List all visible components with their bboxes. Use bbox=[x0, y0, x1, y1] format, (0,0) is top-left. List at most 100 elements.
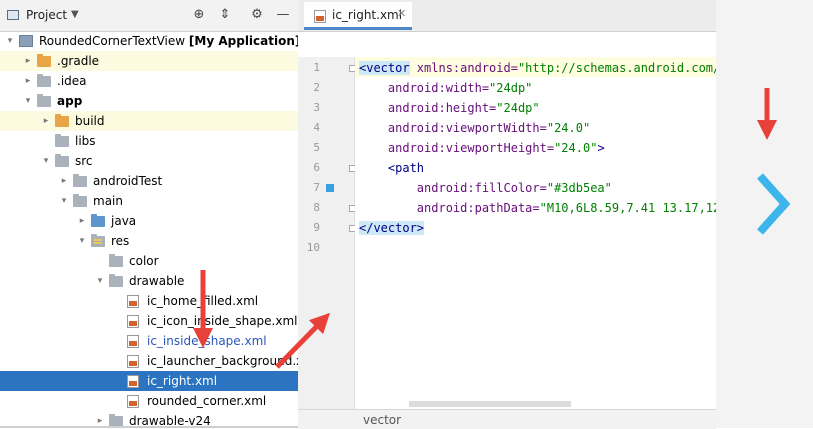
code-line: android:width="24dp" bbox=[359, 78, 533, 98]
line-number: 6 bbox=[313, 161, 320, 174]
preview-panel bbox=[716, 0, 813, 428]
chevron-down-icon[interactable]: ▼ bbox=[71, 9, 79, 20]
tree-item-name: ic_inside_shape.xml bbox=[147, 334, 267, 348]
tree-folder-item[interactable]: ▾ RoundedCornerTextView [My Application] … bbox=[0, 31, 298, 51]
expanded-arrow-icon[interactable]: ▾ bbox=[76, 231, 88, 251]
line-number: 9 bbox=[313, 221, 320, 234]
tree-item-label: src bbox=[75, 151, 93, 171]
tree-folder-item[interactable]: color bbox=[0, 251, 298, 271]
code-line: android:fillColor="#3db5ea" bbox=[359, 178, 612, 198]
tree-folder-item[interactable]: ▸ java bbox=[0, 211, 298, 231]
tree-item-name: androidTest bbox=[93, 174, 163, 188]
line-number: 1 bbox=[313, 61, 320, 74]
hide-panel-icon[interactable]: — bbox=[274, 6, 292, 24]
color-swatch-icon[interactable] bbox=[326, 184, 334, 192]
folder-icon bbox=[37, 94, 51, 107]
code-area[interactable]: <vector xmlns:android="http://schemas.an… bbox=[355, 57, 716, 409]
tree-folder-item[interactable]: ▸ .gradle bbox=[0, 51, 298, 71]
tree-item-label: ic_right.xml bbox=[147, 371, 217, 391]
tree-folder-item[interactable]: ▾ drawable bbox=[0, 271, 298, 291]
tree-item-label: app bbox=[57, 91, 82, 111]
tree-item-name: ic_launcher_background.xml bbox=[147, 354, 298, 368]
collapsed-arrow-icon[interactable]: ▸ bbox=[22, 71, 34, 91]
gear-icon[interactable]: ⚙ bbox=[248, 6, 266, 24]
tree-item-name: .idea bbox=[57, 74, 87, 88]
code-line: android:height="24dp" bbox=[359, 98, 540, 118]
tree-item-label: androidTest bbox=[93, 171, 162, 191]
project-panel: Project ▼ ⊕ ⇕ ⚙ — ▾ RoundedCornerTextView… bbox=[0, 0, 299, 428]
tree-file-item[interactable]: ic_right.xml bbox=[0, 371, 298, 391]
editor: ic_right.xml ✕ 1 2 3 4 5 6 7 8 9 10 <vector xmlns… bbox=[298, 0, 716, 429]
expanded-arrow-icon[interactable]: ▾ bbox=[4, 31, 16, 51]
folder-icon bbox=[55, 154, 69, 167]
code-token: android:viewportWidth= bbox=[359, 121, 547, 135]
tree-item-name: app bbox=[57, 94, 83, 108]
tree-file-item[interactable]: ic_launcher_background.xml bbox=[0, 351, 298, 371]
tree-item-label: ic_home_filled.xml bbox=[147, 291, 258, 311]
xml-file-icon bbox=[127, 335, 139, 348]
tree-folder-item[interactable]: ▾ res bbox=[0, 231, 298, 251]
breadcrumb[interactable]: vector bbox=[363, 413, 401, 427]
code-token: "http://schemas.android.com/a bbox=[517, 61, 716, 75]
tree-file-item[interactable]: ic_inside_shape.xml bbox=[0, 331, 298, 351]
tree-folder-item[interactable]: ▾ main bbox=[0, 191, 298, 211]
tab-ic-right-xml[interactable]: ic_right.xml ✕ bbox=[304, 2, 412, 30]
code-token: android:width= bbox=[359, 81, 490, 95]
tree-item-name: main bbox=[93, 194, 123, 208]
tree-item-label: build bbox=[75, 111, 105, 131]
code-token: "24dp" bbox=[496, 101, 540, 115]
code-token: "24.0" bbox=[546, 121, 591, 135]
collapsed-arrow-icon[interactable]: ▸ bbox=[22, 51, 34, 71]
tree-folder-item[interactable]: ▸ .idea bbox=[0, 71, 298, 91]
line-number: 4 bbox=[313, 121, 320, 134]
code-token: <vector bbox=[359, 61, 410, 75]
code-token: android:height= bbox=[359, 101, 497, 115]
code-token: </vector> bbox=[359, 221, 425, 235]
editor-horizontal-scrollbar[interactable] bbox=[409, 401, 571, 407]
tree-folder-item[interactable]: ▸ build bbox=[0, 111, 298, 131]
expanded-arrow-icon[interactable]: ▾ bbox=[58, 191, 70, 211]
collapsed-arrow-icon[interactable]: ▸ bbox=[76, 211, 88, 231]
code-line: <path bbox=[359, 158, 424, 178]
tree-item-name: rounded_corner.xml bbox=[147, 394, 267, 408]
xml-file-icon bbox=[127, 315, 139, 328]
tree-item-label: libs bbox=[75, 131, 96, 151]
xml-file-icon bbox=[127, 295, 139, 308]
expanded-arrow-icon[interactable]: ▾ bbox=[22, 91, 34, 111]
folder-icon bbox=[73, 174, 87, 187]
tree-folder-item[interactable]: libs bbox=[0, 131, 298, 151]
tree-file-item[interactable]: rounded_corner.xml bbox=[0, 391, 298, 411]
tree-folder-item[interactable]: ▾ src bbox=[0, 151, 298, 171]
tree-item-name: ic_right.xml bbox=[147, 374, 218, 388]
folder-icon bbox=[109, 274, 123, 287]
collapsed-arrow-icon[interactable]: ▸ bbox=[40, 111, 52, 131]
collapsed-arrow-icon[interactable]: ▸ bbox=[58, 171, 70, 191]
line-number-gutter: 1 2 3 4 5 6 7 8 9 10 bbox=[298, 57, 356, 409]
expanded-arrow-icon[interactable]: ▾ bbox=[40, 151, 52, 171]
expanded-arrow-icon[interactable]: ▾ bbox=[94, 271, 106, 291]
line-number: 2 bbox=[313, 81, 320, 94]
tree-folder-item[interactable]: ▸ androidTest bbox=[0, 171, 298, 191]
editor-tab-bar: ic_right.xml ✕ bbox=[298, 0, 716, 32]
line-number: 8 bbox=[313, 201, 320, 214]
project-view-selector[interactable]: Project bbox=[26, 8, 67, 22]
code-token: <path bbox=[359, 161, 425, 175]
collapse-all-icon[interactable]: ⇕ bbox=[216, 6, 234, 24]
tree-item-name: res bbox=[111, 234, 130, 248]
close-icon[interactable]: ✕ bbox=[397, 7, 406, 20]
tree-item-label: main bbox=[93, 191, 123, 211]
tree-file-item[interactable]: ic_icon_inside_shape.xml bbox=[0, 311, 298, 331]
project-tree: ▾ RoundedCornerTextView [My Application] … bbox=[0, 31, 298, 428]
tree-file-item[interactable]: ic_home_filled.xml bbox=[0, 291, 298, 311]
locate-file-icon[interactable]: ⊕ bbox=[190, 6, 208, 24]
tree-folder-item[interactable]: ▾ app bbox=[0, 91, 298, 111]
code-token: "#3db5ea" bbox=[546, 181, 612, 195]
tree-item-name: color bbox=[129, 254, 159, 268]
module-icon bbox=[19, 35, 33, 47]
chevron-right-icon bbox=[757, 173, 791, 235]
tree-item-label: res bbox=[111, 231, 129, 251]
code-token: android:viewportHeight= bbox=[359, 141, 555, 155]
line-number: 3 bbox=[313, 101, 320, 114]
code-token: "24.0" bbox=[554, 141, 598, 155]
folder-icon bbox=[55, 114, 69, 127]
